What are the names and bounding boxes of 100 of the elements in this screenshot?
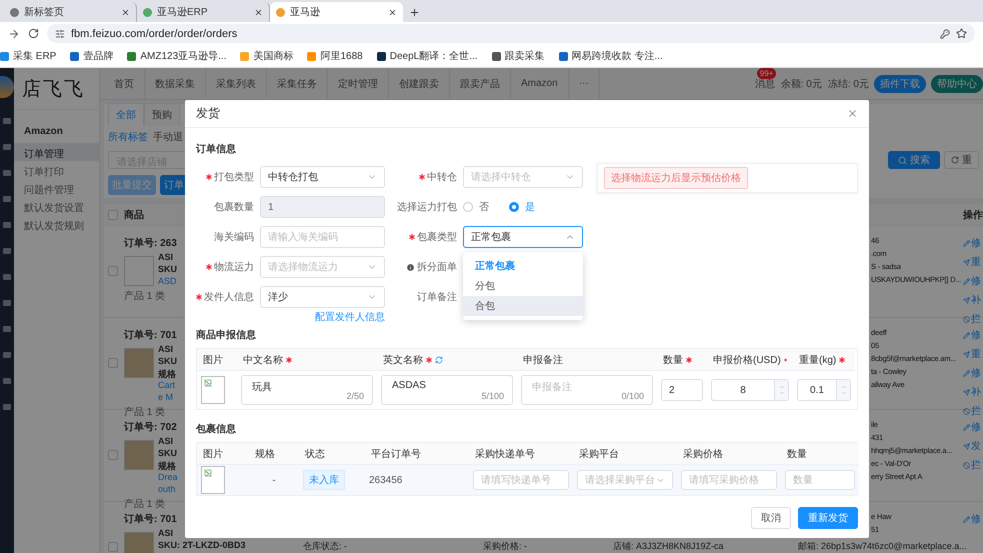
sidebar-item[interactable]: 默认发货设置 [14,197,99,215]
input-field[interactable]: 请输入海关编码 [260,226,385,248]
input-field[interactable]: 请填写采购价格 [681,470,777,490]
action-link[interactable]: 修 [963,512,983,526]
configure-sender-link[interactable]: 配置发件人信息 [315,310,385,324]
close-icon[interactable] [254,8,263,16]
action-link[interactable]: 拦 [963,458,983,472]
menu-icon[interactable] [3,248,11,254]
input-field[interactable]: 请填写快递单号 [473,470,569,490]
cancel-button[interactable]: 取消 [751,507,791,529]
number-field[interactable]: 0.1 [797,379,851,401]
sidebar-item[interactable]: 订单管理 [14,143,99,161]
radio-option[interactable]: 是 [509,200,535,214]
dropdown-option[interactable]: 正常包裹 [463,256,583,276]
checkbox[interactable] [108,542,118,552]
product-field: SKU [158,264,178,275]
select-field[interactable]: 正常包裹 [463,226,583,248]
input-field[interactable]: 数量 [785,470,855,490]
product-link[interactable]: Cart [158,380,176,391]
filter-link[interactable]: 所有标签 [108,130,148,144]
menu-icon[interactable] [3,300,11,306]
forward-icon[interactable] [8,28,20,40]
action-link[interactable]: 修 [963,420,983,434]
star-icon[interactable] [956,28,967,39]
bookmark[interactable]: 美国商标 [240,49,294,63]
reload-icon[interactable] [28,28,39,39]
bookmark-icon [240,52,250,60]
action-link[interactable]: 修 [963,328,983,342]
sidebar-item[interactable]: 问题件管理 [14,179,99,197]
site-settings-icon[interactable] [55,28,65,38]
bookmark[interactable]: 壹品牌 [70,49,114,63]
checkbox[interactable] [108,210,118,220]
spinner-icon[interactable] [774,380,788,400]
checkbox[interactable] [108,358,118,368]
bookmark[interactable]: DeepL翻译：全世... [376,49,478,63]
action-link[interactable]: 修 [963,274,983,288]
product-link[interactable]: Drea [158,472,178,483]
dropdown-option[interactable]: 合包 [463,296,583,316]
textarea-field[interactable]: ASDAS 5/100 [381,375,513,405]
header-button[interactable]: 插件下载 [874,74,926,92]
textarea-field[interactable]: 申报备注 0/100 [521,375,653,405]
radio-option[interactable]: 否 [463,200,489,214]
tab[interactable]: 预购 [144,103,180,126]
product-link[interactable]: outh [158,484,176,495]
menu-icon[interactable] [3,326,11,332]
product-link[interactable]: ASD [158,276,177,287]
reset-button[interactable]: 重 [944,151,979,169]
textarea-field[interactable]: 玩具 2/50 [241,375,373,405]
close-icon[interactable] [388,8,397,16]
column-header: 规格 [255,448,275,460]
checkbox[interactable] [108,266,118,276]
browser-tab[interactable]: 亚马逊 [270,2,403,22]
select-field[interactable]: 中转仓打包 [260,166,385,188]
menu-icon[interactable] [3,170,11,176]
bookmark[interactable]: 网易跨境收款 专注... [558,49,663,63]
menu-icon[interactable] [3,144,11,150]
refresh-icon[interactable] [435,356,443,364]
address-bar[interactable]: fbm.feizuo.com/order/order/orders [47,24,975,43]
action-link[interactable]: 修 [963,236,983,250]
select-field[interactable]: 请选择中转仓 [463,166,583,188]
select-field[interactable]: 洋少 [260,286,385,308]
search-button[interactable]: 搜索 [888,151,940,169]
product-link[interactable]: e M [158,392,174,403]
bookmark[interactable]: 阿里1688 [307,49,363,63]
header-button[interactable]: 帮助中心 [931,74,983,92]
action-link[interactable]: 补 [963,293,983,307]
action-link[interactable]: 发 [963,439,983,453]
action-link[interactable]: 重 [963,255,983,269]
bookmark[interactable]: 跟卖采集 [492,49,545,63]
checkbox[interactable] [108,450,118,460]
menu-icon[interactable] [3,118,11,124]
filter-link[interactable]: 手动退 [153,130,183,144]
select-field[interactable]: 请选择采购平台 [577,470,673,490]
menu-icon[interactable] [3,274,11,280]
action-link[interactable]: 重 [963,347,983,361]
menu-icon[interactable] [3,196,11,202]
number-field[interactable]: 2 [661,379,703,401]
dropdown-option[interactable]: 分包 [463,276,583,296]
key-icon[interactable] [940,28,950,38]
number-field[interactable]: 8 [711,379,789,401]
sidebar-item[interactable]: 订单打印 [14,161,99,179]
sidebar-item[interactable]: 默认发货规则 [14,215,99,233]
spinner-icon[interactable] [836,380,850,400]
menu-icon[interactable] [3,378,11,384]
tab[interactable]: 全部 [108,103,144,126]
menu-icon[interactable] [3,404,11,410]
select-field[interactable]: 请选择物流运力 [260,256,385,278]
action-link[interactable]: 补 [963,385,983,399]
resend-button[interactable]: 重新发货 [798,507,858,529]
bookmark[interactable]: 采集 ERP [0,49,56,63]
messages-link[interactable]: 消息 [754,78,775,90]
menu-icon[interactable] [3,352,11,358]
new-tab-icon[interactable] [409,7,420,18]
bookmark[interactable]: AMZ123亚马逊导... [127,49,226,63]
action-link[interactable]: 修 [963,366,983,380]
send-icon [963,258,970,266]
action-link[interactable]: 拦 [963,312,983,326]
action-link[interactable]: 拦 [963,404,983,418]
menu-icon[interactable] [3,222,11,228]
close-icon[interactable] [121,8,130,16]
